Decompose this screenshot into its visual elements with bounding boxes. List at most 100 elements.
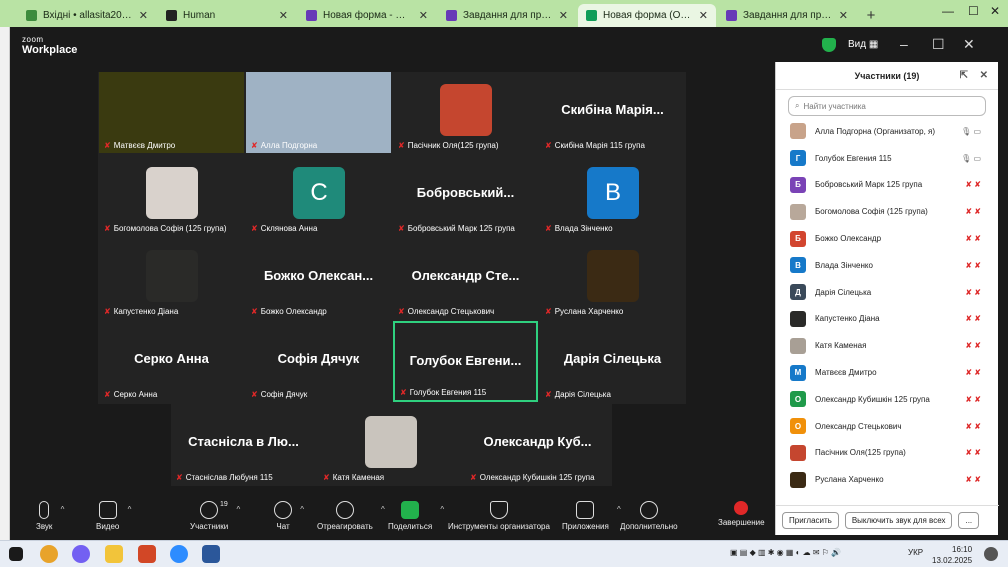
tab-close-icon[interactable]: ✕ (699, 9, 708, 22)
participant-row[interactable]: Катя Каменая ✘ ✘ (776, 332, 999, 359)
invite-button[interactable]: Пригласить (782, 512, 839, 529)
chevron-up-icon[interactable]: ^ (300, 505, 304, 514)
popout-icon[interactable]: ⇱ (960, 70, 968, 81)
participant-row[interactable]: М Матвєєв Дмитро ✘ ✘ (776, 359, 999, 386)
participant-row[interactable]: Руслана Харченко ✘ ✘ (776, 466, 999, 493)
mic-camera-status-icon[interactable]: ✘ ✘ (965, 261, 981, 270)
browser-tab[interactable]: Новая форма (Ответы) - ✕ (578, 4, 716, 27)
system-clock[interactable]: 16:10 13.02.2025 (932, 544, 972, 566)
notification-icon[interactable] (984, 547, 998, 561)
browser-tab[interactable]: Завдання для проведен ✕ (438, 4, 576, 27)
security-shield-icon[interactable] (822, 38, 836, 52)
mic-camera-status-icon[interactable]: ✘ ✘ (965, 288, 981, 297)
mic-camera-status-icon[interactable]: ✘ ✘ (965, 180, 981, 189)
zoom-taskbar-icon[interactable] (170, 545, 188, 563)
participant-row[interactable]: Капустенко Діана ✘ ✘ (776, 306, 999, 333)
chevron-up-icon[interactable]: ^ (381, 505, 385, 514)
browser-maximize-button[interactable]: ☐ (968, 4, 979, 18)
mute-all-button[interactable]: Выключить звук для всех (844, 512, 953, 529)
video-tile[interactable]: С ✘ Склянова Анна (246, 155, 391, 236)
chat-button[interactable]: Чат ^ (274, 501, 304, 531)
video-tile[interactable]: ✘ Матвєєв Дмитро (99, 72, 244, 153)
mic-camera-status-icon[interactable]: 🎙 ▭ (961, 127, 981, 136)
mic-camera-status-icon[interactable]: ✘ ✘ (965, 475, 981, 484)
participant-row[interactable]: О Олександр Кубишкін 125 група ✘ ✘ (776, 386, 999, 413)
participant-row[interactable]: Алла Подгорна (Организатор, я) 🎙 ▭ (776, 118, 999, 145)
browser-tab[interactable]: Human ✕ (158, 4, 296, 27)
mic-camera-status-icon[interactable]: ✘ ✘ (965, 368, 981, 377)
browser-close-button[interactable]: ✕ (990, 4, 1000, 18)
video-tile[interactable]: Голубок Евгени... ✘ Голубок Евгения 115 (393, 321, 538, 402)
tab-close-icon[interactable]: ✕ (139, 9, 148, 22)
mic-camera-status-icon[interactable]: ✘ ✘ (965, 314, 981, 323)
browser-tab[interactable]: Завдання для проведен ✕ (718, 4, 856, 27)
react-button[interactable]: Отреагировать ^ (317, 501, 385, 531)
video-tile[interactable]: Дарія Сілецька ✘ Дарія Сілецька (540, 321, 685, 402)
tab-close-icon[interactable]: ✕ (559, 9, 568, 22)
participant-row[interactable]: Д Дарія Сілецька ✘ ✘ (776, 279, 999, 306)
participant-row[interactable]: О Олександр Стецькович ✘ ✘ (776, 413, 999, 440)
participant-row[interactable]: Б Божко Олександр ✘ ✘ (776, 225, 999, 252)
zoom-close-button[interactable]: ✕ (963, 36, 975, 53)
chrome-icon[interactable] (40, 545, 58, 563)
word-icon[interactable] (202, 545, 220, 563)
share-button[interactable]: Поделиться ^ (388, 501, 444, 531)
viber-icon[interactable] (72, 545, 90, 563)
video-tile[interactable]: ✘ Капустенко Діана (99, 238, 244, 319)
participant-row[interactable]: В Влада Зінченко ✘ ✘ (776, 252, 999, 279)
video-tile[interactable]: ✘ Катя Каменая (318, 404, 463, 485)
video-tile[interactable]: Скибіна Марія... ✘ Скибіна Марія 115 група (540, 72, 685, 153)
powerpoint-icon[interactable] (138, 545, 156, 563)
chevron-up-icon[interactable]: ^ (61, 505, 65, 514)
zoom-minimize-button[interactable]: – (900, 36, 908, 52)
mic-camera-status-icon[interactable]: ✘ ✘ (965, 234, 981, 243)
video-tile[interactable]: В ✘ Влада Зінченко (540, 155, 685, 236)
tab-close-icon[interactable]: ✕ (279, 9, 288, 22)
video-tile[interactable]: ✘ Богомолова Софія (125 група) (99, 155, 244, 236)
zoom-maximize-button[interactable]: ☐ (932, 36, 945, 53)
video-tile[interactable]: ✘ Алла Подгорна (246, 72, 391, 153)
participant-search-input[interactable]: ⌕ Найти участника (788, 96, 986, 116)
participant-row[interactable]: Пасічник Оля(125 група) ✘ ✘ (776, 440, 999, 467)
browser-tab[interactable]: Вхідні • allasita2017@ukr. ✕ (18, 4, 156, 27)
file-explorer-icon[interactable] (105, 545, 123, 563)
windows-start-icon[interactable] (9, 547, 23, 561)
video-tile[interactable]: ✘ Пасічник Оля(125 група) (393, 72, 538, 153)
browser-tab[interactable]: Новая форма - Google Ф ✕ (298, 4, 436, 27)
host-tools-button[interactable]: Инструменты организатора (448, 501, 550, 531)
apps-button[interactable]: Приложения ^ (562, 501, 621, 531)
end-meeting-button[interactable]: Завершение (718, 501, 765, 527)
video-tile[interactable]: Серко Анна ✘ Серко Анна (99, 321, 244, 402)
video-tile[interactable]: Олександр Куб... ✘ Олександр Кубишкін 125 … (465, 404, 610, 485)
new-tab-button[interactable]: + (860, 4, 882, 27)
browser-minimize-button[interactable]: — (942, 4, 954, 18)
chevron-up-icon[interactable]: ^ (440, 505, 444, 514)
tab-close-icon[interactable]: ✕ (419, 9, 428, 22)
video-tile[interactable]: Стаснісла в Лю... ✘ Стасніслав Любуня 115 (171, 404, 316, 485)
mic-camera-status-icon[interactable]: 🎙 ▭ (961, 154, 981, 163)
video-button[interactable]: Видео ^ (96, 501, 131, 531)
video-tile[interactable]: Божко Олексан... ✘ Божко Олександр (246, 238, 391, 319)
chevron-up-icon[interactable]: ^ (236, 505, 240, 514)
language-indicator[interactable]: УКР (908, 548, 923, 557)
tab-close-icon[interactable]: ✕ (839, 9, 848, 22)
mic-camera-status-icon[interactable]: ✘ ✘ (965, 395, 981, 404)
more-button[interactable]: Дополнительно (620, 501, 678, 531)
chevron-up-icon[interactable]: ^ (128, 505, 132, 514)
view-button[interactable]: Вид ▦ (848, 39, 878, 50)
video-tile[interactable]: Софія Дячук ✘ Софія Дячук (246, 321, 391, 402)
close-panel-icon[interactable]: ✕ (980, 70, 988, 81)
video-tile[interactable]: ✘ Руслана Харченко (540, 238, 685, 319)
panel-more-button[interactable]: ... (958, 512, 980, 529)
participant-row[interactable]: Б Бобровський Марк 125 група ✘ ✘ (776, 172, 999, 199)
mic-camera-status-icon[interactable]: ✘ ✘ (965, 448, 981, 457)
participant-row[interactable]: Богомолова Софія (125 група) ✘ ✘ (776, 198, 999, 225)
video-tile[interactable]: Олександр Сте... ✘ Олександр Стецькович (393, 238, 538, 319)
tray-icons[interactable]: ▣ ▤ ◆ ▥ ✱ ◉ ▦ ◐ ☁ ✉ ⚐ 🔊 (730, 548, 841, 557)
mic-camera-status-icon[interactable]: ✘ ✘ (965, 207, 981, 216)
sound-button[interactable]: Звук ^ (36, 501, 64, 531)
mic-camera-status-icon[interactable]: ✘ ✘ (965, 422, 981, 431)
mic-camera-status-icon[interactable]: ✘ ✘ (965, 341, 981, 350)
video-tile[interactable]: Бобровський... ✘ Бобровський Марк 125 груп… (393, 155, 538, 236)
participant-row[interactable]: Г Голубок Евгения 115 🎙 ▭ (776, 145, 999, 172)
